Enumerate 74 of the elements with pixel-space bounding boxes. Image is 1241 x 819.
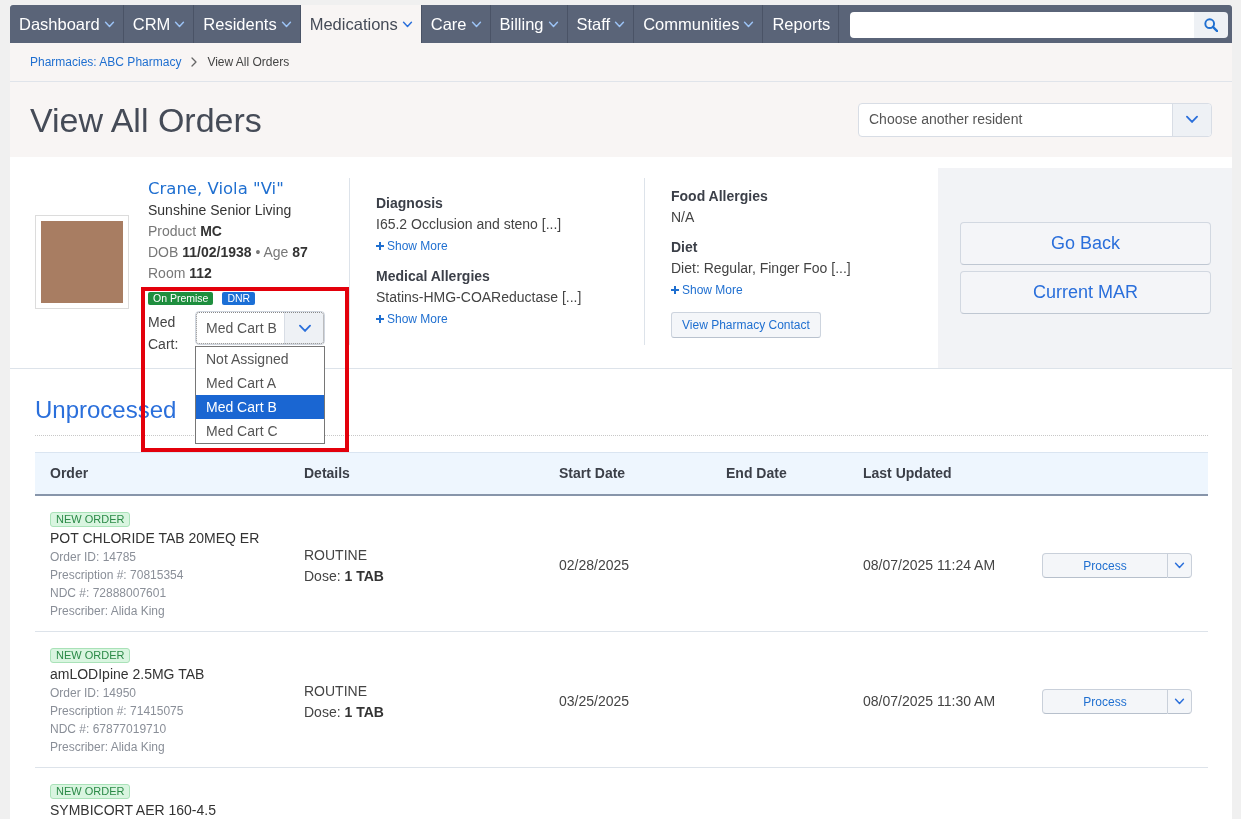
info-text: I65.2 Occlusion and steno [...] — [376, 215, 563, 234]
breadcrumb-link[interactable]: Pharmacies: ABC Pharmacy — [30, 53, 182, 71]
chevron-down-icon — [297, 323, 312, 333]
show-more-link[interactable]: Show More — [376, 308, 448, 330]
table-cell: 08/07/2025 11:30 AM — [863, 693, 996, 709]
column-header: Details — [289, 452, 544, 495]
medication-name: SYMBICORT AER 160-4.5 — [50, 800, 217, 819]
pharmacy-contact-button[interactable]: View Pharmacy Contact — [671, 311, 821, 338]
chevron-down-icon — [1185, 115, 1199, 124]
plus-icon — [376, 315, 384, 323]
dose-text: Dose: 1 TAB — [304, 702, 385, 722]
info-heading: Diet — [671, 237, 699, 257]
med-cart-select[interactable]: Med Cart B — [195, 311, 325, 345]
search-icon — [1204, 18, 1218, 32]
order-meta-text: Prescriber: Alida King — [50, 602, 166, 620]
page-title: View All Orders — [30, 99, 262, 140]
resident-detail-text: Room 112 — [148, 264, 213, 283]
order-meta-text: Order ID: 14785 — [50, 548, 138, 566]
info-text: N/A — [671, 207, 696, 227]
info-heading: Diagnosis — [376, 194, 444, 213]
process-button[interactable]: Process — [1042, 689, 1168, 714]
search-button[interactable] — [1194, 12, 1228, 38]
community-name: Sunshine Senior Living — [148, 201, 293, 220]
order-meta-text: Prescription #: 70815354 — [50, 566, 185, 584]
med-cart-label: Med Cart: — [148, 313, 180, 354]
process-menu-button[interactable] — [1168, 689, 1192, 714]
info-heading: Medical Allergies — [376, 267, 491, 286]
column-header: Start Date — [544, 452, 711, 495]
order-meta-text: NDC #: 72888007601 — [50, 584, 168, 602]
resident-name-link[interactable]: Crane, Viola "Vi" — [148, 178, 284, 200]
column-header: End Date — [711, 452, 848, 495]
order-meta-text: Prescription #: 71415075 — [50, 702, 185, 720]
resident-detail-text: Product MC — [148, 222, 223, 241]
action-button[interactable]: Current MAR — [960, 271, 1211, 314]
order-meta-text: NDC #: 67877019710 — [50, 720, 168, 738]
resident-detail-text: DOB 11/02/1938 • Age 87 — [148, 243, 309, 262]
breadcrumb-current: View All Orders — [207, 54, 290, 71]
status-badge: DNR — [222, 292, 256, 305]
medication-name: POT CHLORIDE TAB 20MEQ ER — [50, 528, 261, 548]
dropdown-option[interactable]: Med Cart B — [196, 395, 324, 419]
chevron-right-icon — [191, 57, 198, 67]
action-button[interactable]: Go Back — [960, 222, 1211, 265]
order-status-badge: NEW ORDER — [50, 647, 131, 663]
nav-tab[interactable]: Medications — [300, 5, 422, 43]
chevron-down-icon — [1174, 562, 1185, 569]
process-button[interactable]: Process — [1042, 553, 1168, 578]
plus-icon — [671, 285, 679, 294]
table-cell: 03/25/2025 — [559, 693, 630, 709]
dropdown-option[interactable]: Not Assigned — [196, 347, 324, 371]
table-cell: 08/07/2025 11:24 AM — [863, 557, 996, 573]
priority-text: ROUTINE — [304, 545, 368, 565]
column-header: Order — [35, 452, 289, 495]
dropdown-option[interactable]: Med Cart C — [196, 419, 324, 443]
order-meta-text: Prescriber: Alida King — [50, 738, 166, 756]
order-meta-text: Order ID: 14950 — [50, 684, 138, 702]
search-field[interactable] — [850, 12, 1194, 38]
table-cell: 02/28/2025 — [559, 557, 630, 573]
show-more-link[interactable]: Show More — [671, 278, 743, 301]
dropdown-option[interactable]: Med Cart A — [196, 371, 324, 395]
medication-name: amLODIpine 2.5MG TAB — [50, 664, 206, 684]
priority-text: ROUTINE — [304, 681, 368, 701]
show-more-link[interactable]: Show More — [376, 235, 448, 257]
plus-icon — [376, 242, 384, 250]
info-text: Statins-HMG-COAReductase [...] — [376, 288, 583, 307]
chevron-down-icon — [1174, 698, 1185, 705]
column-header: Last Updated — [848, 452, 1027, 495]
process-menu-button[interactable] — [1168, 553, 1192, 578]
dose-text: Dose: 1 TAB — [304, 566, 385, 586]
order-status-badge: NEW ORDER — [50, 783, 131, 799]
resident-select[interactable]: Choose another resident — [858, 102, 1212, 137]
info-heading: Food Allergies — [671, 186, 769, 206]
status-badge: On Premise — [148, 292, 214, 305]
info-text: Diet: Regular, Finger Foo [...] — [671, 258, 852, 278]
order-status-badge: NEW ORDER — [50, 511, 131, 527]
